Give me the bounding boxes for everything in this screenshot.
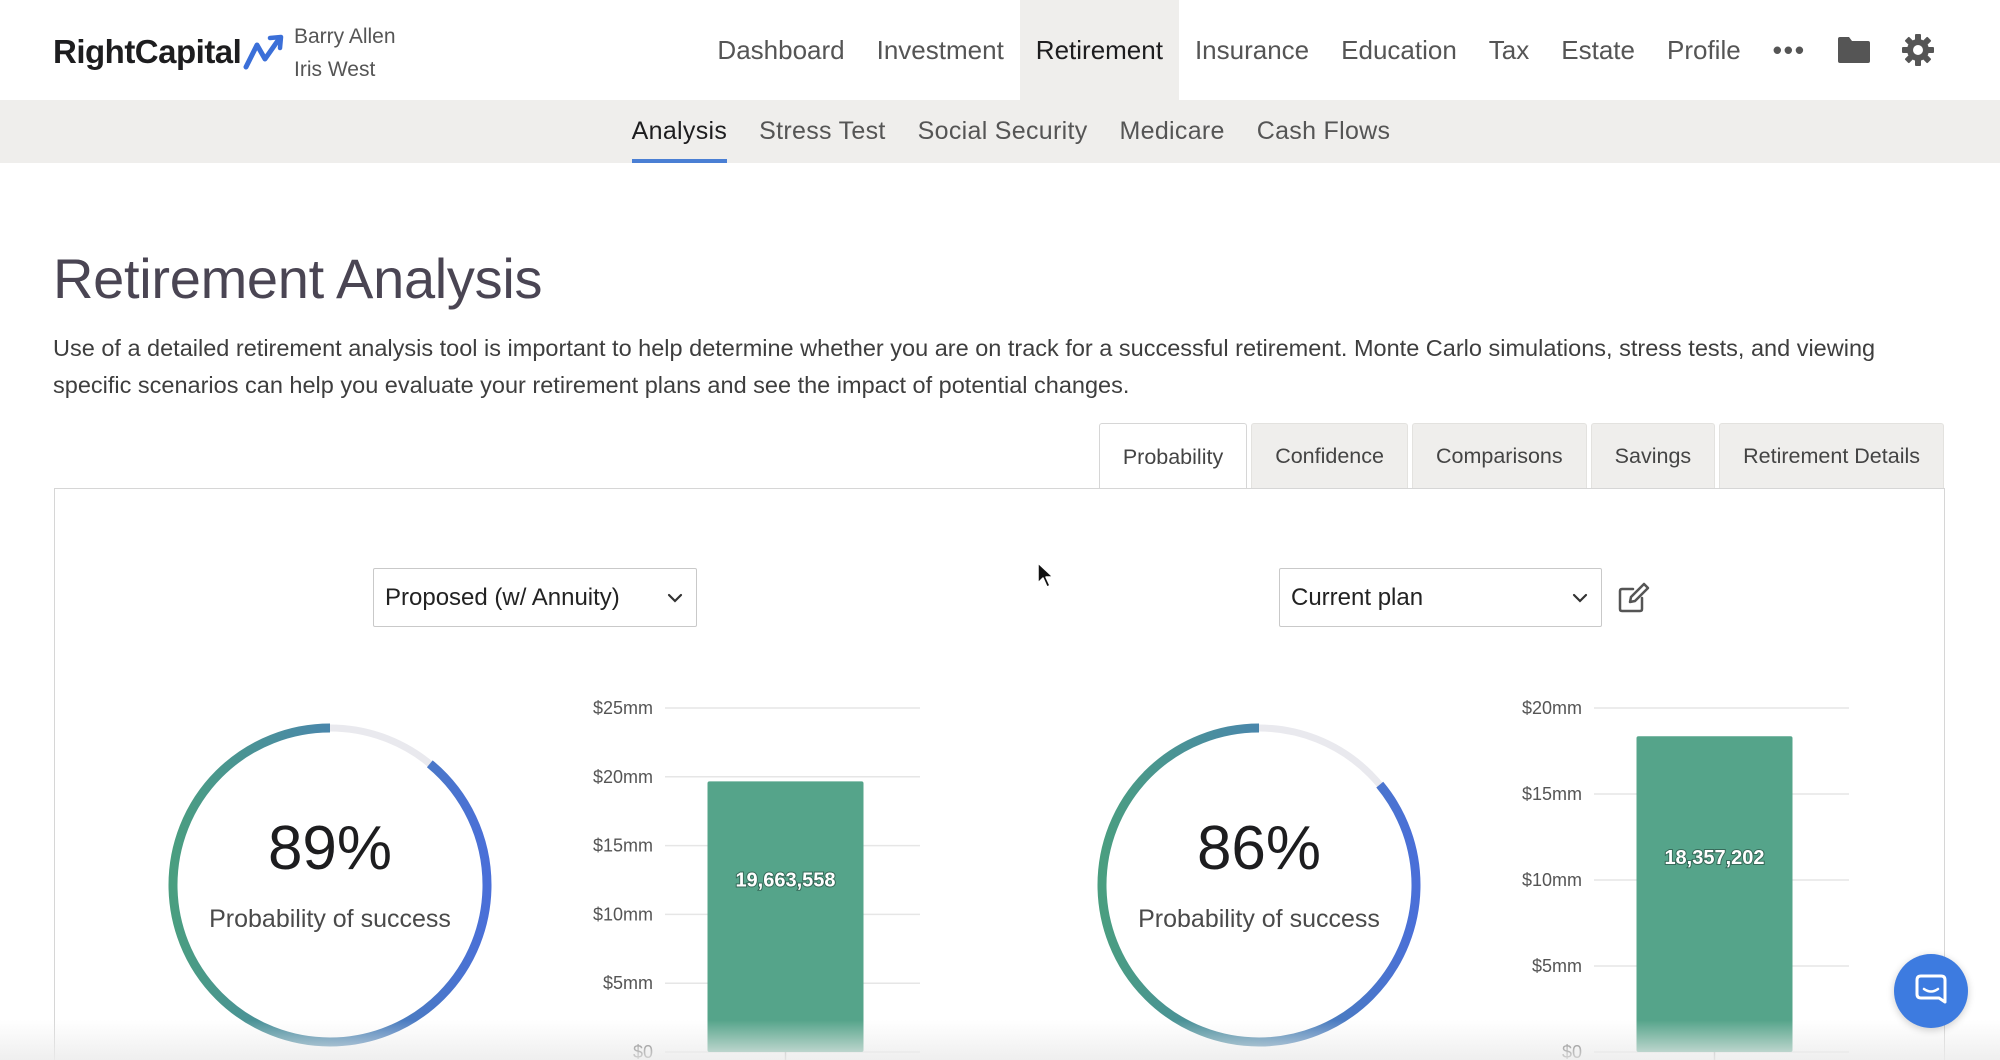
probability-gauge-left: 89% Probability of success [165,720,495,1050]
probability-gauge-right: 86% Probability of success [1094,720,1424,1050]
chevron-down-icon [1572,593,1588,603]
gauge-arc-left [168,723,492,1047]
y-tick-label: $15mm [1522,784,1582,804]
top-bar: RightCapital Barry Allen Iris West Dashb… [0,0,2000,100]
subnav-stress-test[interactable]: Stress Test [743,100,902,163]
tab-comparisons[interactable]: Comparisons [1411,423,1587,489]
mouse-cursor-icon [1037,562,1054,588]
probability-label-left: Probability of success [209,905,451,933]
logo-mark-icon [243,34,284,70]
main-nav: Dashboard Investment Retirement Insuranc… [701,0,2000,100]
nav-investment[interactable]: Investment [861,0,1020,100]
logo-text: RightCapital [53,33,242,70]
page-description: Use of a detailed retirement analysis to… [53,335,1876,398]
more-options-icon[interactable]: ••• [1757,0,1822,100]
scenario-select-left-value: Proposed (w/ Annuity) [385,583,620,611]
nav-retirement[interactable]: Retirement [1019,0,1179,100]
subnav-analysis[interactable]: Analysis [616,100,744,163]
nav-dashboard[interactable]: Dashboard [701,0,860,100]
probability-percent-left: 89% [267,814,393,883]
scenario-select-left[interactable]: Proposed (w/ Annuity) [373,568,697,627]
scenario-select-right[interactable]: Current plan [1279,568,1602,627]
bar-chart-right: $0 $5mm $10mm $15mm $20mm 18,357,202 [1522,698,1849,1060]
probability-gauge-right-ring [1097,723,1421,1047]
scenario-select-right-value: Current plan [1291,583,1424,611]
tab-retirement-details[interactable]: Retirement Details [1719,423,1944,489]
nav-estate[interactable]: Estate [1545,0,1651,100]
client-name-spouse: Iris West [294,58,376,81]
page-title: Retirement Analysis [53,247,543,310]
bar-data-label: 18,357,202 [1664,847,1764,869]
y-tick-label: $10mm [593,904,653,924]
y-tick-label: $5mm [603,973,653,993]
tab-probability[interactable]: Probability [1098,423,1248,490]
nav-tax[interactable]: Tax [1473,0,1545,100]
bar-data-label: 19,663,558 [735,870,835,892]
nav-education[interactable]: Education [1325,0,1473,100]
sub-nav: Analysis Stress Test Social Security Med… [0,100,2000,163]
gear-icon[interactable] [1886,0,1950,100]
probability-label-right: Probability of success [1138,905,1380,933]
logo[interactable]: RightCapital [53,30,285,74]
client-name-primary: Barry Allen [294,25,396,48]
chat-icon[interactable] [1894,954,1968,1028]
chevron-down-icon [667,593,683,603]
y-tick-label: $20mm [593,767,653,787]
y-tick-label: $5mm [1532,956,1582,976]
y-tick-label: $0 [1562,1042,1582,1060]
tab-savings[interactable]: Savings [1590,423,1716,489]
subnav-medicare[interactable]: Medicare [1104,100,1241,163]
edit-icon[interactable] [1616,581,1650,615]
tab-confidence[interactable]: Confidence [1251,423,1408,489]
client-names[interactable]: Barry Allen Iris West [294,20,396,86]
subnav-social-security[interactable]: Social Security [902,100,1104,163]
probability-percent-right: 86% [1196,814,1322,883]
subnav-cash-flows[interactable]: Cash Flows [1241,100,1407,163]
analysis-tabs: Probability Confidence Comparisons Savin… [1098,423,1944,490]
bar[interactable] [707,781,864,1052]
bar-chart-left: $0 $5mm $10mm $15mm $20mm $25mm 19,663,558 [593,698,920,1060]
y-tick-label: $25mm [593,698,653,718]
bar[interactable] [1636,736,1793,1052]
nav-insurance[interactable]: Insurance [1179,0,1325,100]
probability-gauge-left-ring [168,723,492,1047]
y-tick-label: $0 [633,1042,653,1060]
y-tick-label: $20mm [1522,698,1582,718]
y-tick-label: $15mm [593,836,653,856]
y-tick-label: $10mm [1522,870,1582,890]
folder-icon[interactable] [1822,0,1886,100]
nav-profile[interactable]: Profile [1651,0,1757,100]
